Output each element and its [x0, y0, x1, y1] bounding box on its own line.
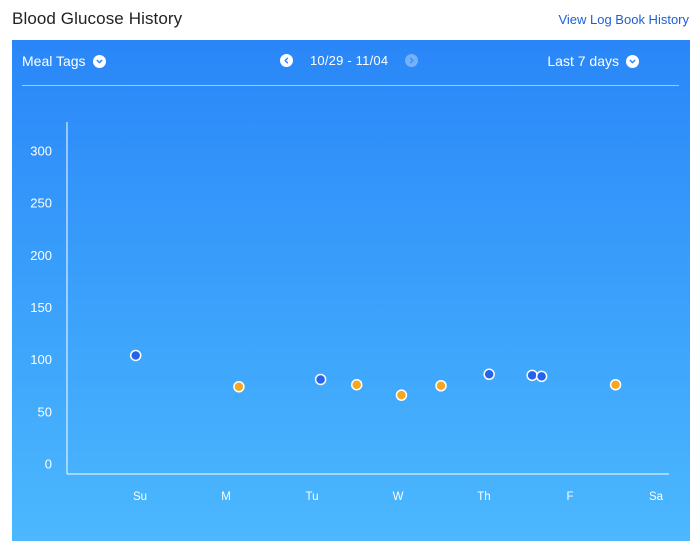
data-point-orange — [395, 389, 408, 401]
x-tick-label: Sa — [649, 491, 664, 503]
y-tick-label: 50 — [38, 404, 52, 419]
y-tick-label: 200 — [30, 248, 52, 263]
data-point-blue — [129, 349, 142, 362]
x-tick-label: F — [566, 491, 573, 503]
data-point-orange — [350, 378, 363, 391]
data-point-blue — [535, 370, 548, 383]
y-tick-label: 150 — [30, 300, 52, 315]
y-tick-label: 300 — [30, 144, 52, 159]
x-tick-label: Tu — [306, 491, 319, 503]
x-tick-label: W — [393, 491, 404, 503]
data-point-blue — [526, 369, 538, 382]
view-log-book-history-link[interactable]: View Log Book History — [558, 12, 689, 27]
data-point-blue — [314, 373, 327, 386]
data-point-orange — [609, 378, 622, 391]
y-tick-label: 0 — [45, 457, 52, 472]
data-point-orange — [435, 380, 447, 392]
x-tick-label: Th — [477, 491, 490, 503]
y-tick-label: 250 — [30, 196, 52, 211]
data-point-orange — [233, 381, 245, 393]
glucose-scatter-chart: 300 250 200 150 100 50 0 Su M Tu W Th F Sa — [30, 122, 669, 503]
page-title: Blood Glucose History — [12, 9, 183, 28]
x-tick-label: Su — [133, 491, 147, 503]
y-tick-label: 100 — [30, 352, 52, 367]
data-point-blue — [483, 368, 495, 381]
glucose-chart-card: Meal Tags 10/29 - 11/04 Last 7 days 300 2… — [12, 40, 690, 541]
x-tick-label: M — [221, 491, 231, 503]
